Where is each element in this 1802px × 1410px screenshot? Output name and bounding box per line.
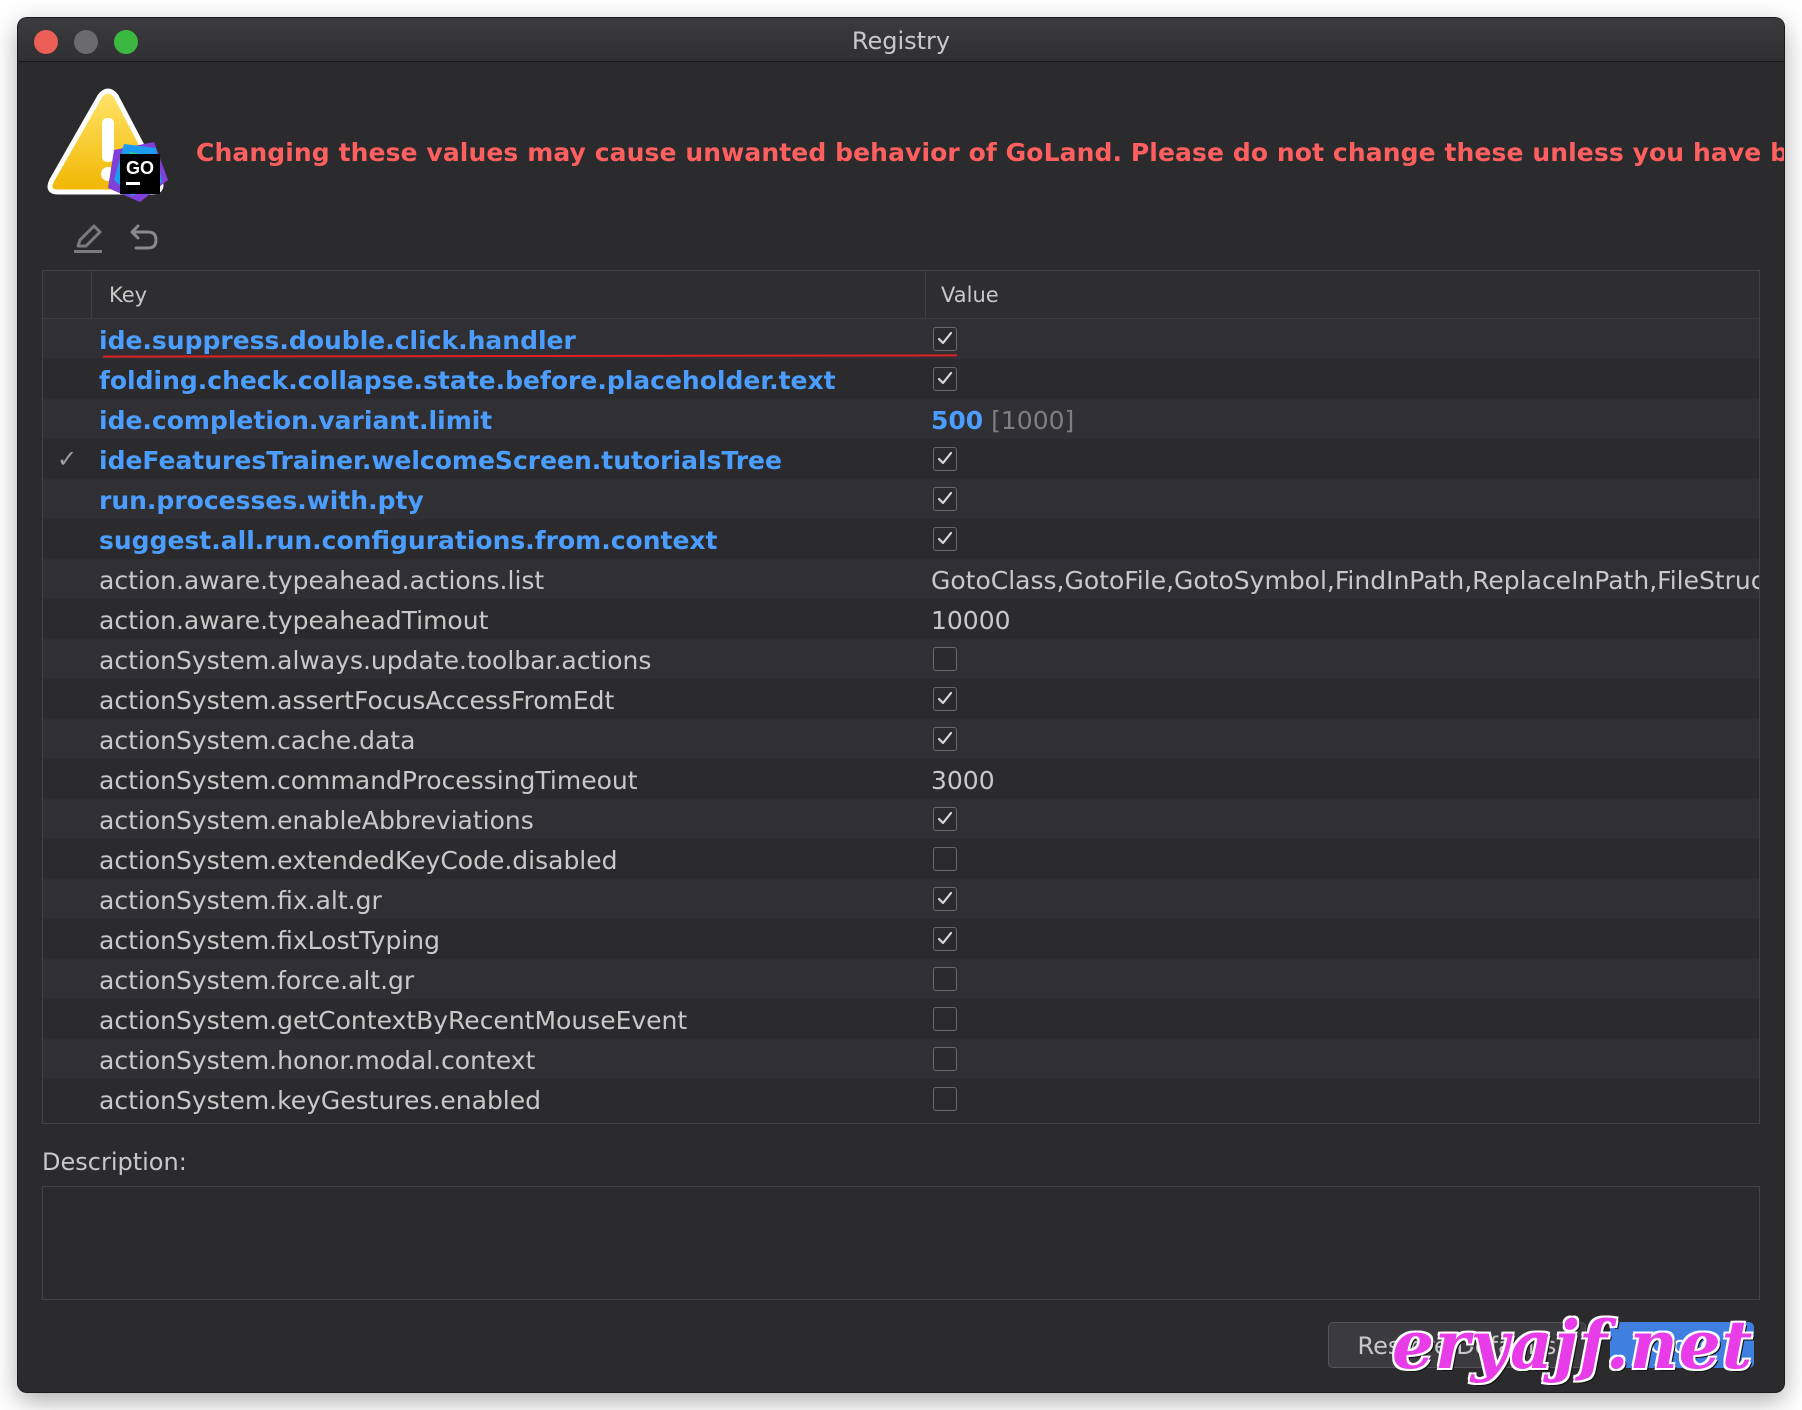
value-checkbox-checked[interactable]: [933, 327, 957, 351]
value-checkbox-unchecked[interactable]: [933, 647, 957, 671]
value-checkbox-checked[interactable]: [933, 927, 957, 951]
value-checkbox-unchecked[interactable]: [933, 1087, 957, 1111]
table-row[interactable]: actionSystem.getContextByRecentMouseEven…: [43, 999, 1759, 1039]
row-value[interactable]: 3000: [931, 766, 1759, 795]
table-row[interactable]: action.aware.typeahead.actions.list GotoC…: [43, 559, 1759, 599]
warning-triangle-icon: GO: [47, 88, 168, 202]
column-header-value[interactable]: Value: [941, 283, 999, 307]
row-value-current: 500: [931, 406, 984, 435]
table-row[interactable]: action.aware.typeaheadTimout 10000: [43, 599, 1759, 639]
registry-table[interactable]: Key Value ide.suppress.double.click.hand…: [42, 270, 1760, 1124]
table-row[interactable]: actionSystem.keyGestures.enabled: [43, 1079, 1759, 1119]
table-row[interactable]: ide.suppress.double.click.handler: [43, 319, 1759, 359]
row-value[interactable]: 10000: [931, 606, 1759, 635]
row-key: actionSystem.getContextByRecentMouseEven…: [99, 1006, 688, 1035]
table-row[interactable]: ✓ ideFeaturesTrainer.welcomeScreen.tutori…: [43, 439, 1759, 479]
value-checkbox-checked[interactable]: [933, 367, 957, 391]
value-checkbox-checked[interactable]: [933, 807, 957, 831]
column-header-key[interactable]: Key: [109, 283, 147, 307]
table-row[interactable]: actionSystem.always.update.toolbar.actio…: [43, 639, 1759, 679]
table-row[interactable]: actionSystem.cache.data: [43, 719, 1759, 759]
column-separator: [91, 271, 92, 318]
warning-banner: GO Changing these values may cause unwan…: [44, 88, 1784, 218]
value-checkbox-unchecked[interactable]: [933, 847, 957, 871]
row-key: action.aware.typeahead.actions.list: [99, 566, 545, 595]
table-row[interactable]: actionSystem.force.alt.gr: [43, 959, 1759, 999]
window-title: Registry: [851, 27, 951, 55]
row-key: actionSystem.honor.modal.context: [99, 1046, 536, 1075]
row-value[interactable]: GotoClass,GotoFile,GotoSymbol,FindInPath…: [931, 566, 1759, 595]
warning-message: Changing these values may cause unwanted…: [196, 138, 1784, 167]
watermark-text: eryajf.net: [1392, 1306, 1754, 1384]
description-label: Description:: [42, 1148, 187, 1176]
row-value-default: [1000]: [991, 406, 1075, 435]
row-key: actionSystem.commandProcessingTimeout: [99, 766, 638, 795]
value-checkbox-checked[interactable]: [933, 727, 957, 751]
table-row[interactable]: actionSystem.fixLostTyping: [43, 919, 1759, 959]
table-row[interactable]: actionSystem.assertFocusAccessFromEdt: [43, 679, 1759, 719]
description-box: [42, 1186, 1760, 1300]
row-key: action.aware.typeaheadTimout: [99, 606, 489, 635]
table-row[interactable]: actionSystem.extendedKeyCode.disabled: [43, 839, 1759, 879]
table-row[interactable]: suggest.all.run.configurations.from.cont…: [43, 519, 1759, 559]
column-separator[interactable]: [925, 271, 926, 318]
table-row[interactable]: actionSystem.enableAbbreviations: [43, 799, 1759, 839]
table-row[interactable]: folding.check.collapse.state.before.plac…: [43, 359, 1759, 399]
table-row[interactable]: ide.completion.variant.limit 500 [1000]: [43, 399, 1759, 439]
title-bar[interactable]: Registry: [18, 18, 1784, 62]
row-key: actionSystem.enableAbbreviations: [99, 806, 534, 835]
row-key: folding.check.collapse.state.before.plac…: [99, 366, 836, 395]
goland-badge-text: GO: [126, 158, 154, 178]
row-key: ideFeaturesTrainer.welcomeScreen.tutoria…: [99, 446, 782, 475]
value-checkbox-checked[interactable]: [933, 887, 957, 911]
table-row[interactable]: actionSystem.honor.modal.context: [43, 1039, 1759, 1079]
value-checkbox-checked[interactable]: [933, 527, 957, 551]
row-key: run.processes.with.pty: [99, 486, 424, 515]
annotation-underline: [102, 354, 958, 358]
row-key: actionSystem.keyGestures.enabled: [99, 1086, 542, 1115]
undo-icon[interactable]: [122, 218, 162, 258]
registry-dialog: Registry GO Changing these values may ca…: [18, 18, 1784, 1392]
table-row[interactable]: run.processes.with.pty: [43, 479, 1759, 519]
value-checkbox-unchecked[interactable]: [933, 1007, 957, 1031]
table-row[interactable]: actionSystem.commandProcessingTimeout 300…: [43, 759, 1759, 799]
row-key: ide.completion.variant.limit: [99, 406, 493, 435]
row-key: suggest.all.run.configurations.from.cont…: [99, 526, 718, 555]
pencil-icon[interactable]: [68, 218, 108, 258]
row-key: actionSystem.fixLostTyping: [99, 926, 440, 955]
table-header: Key Value: [43, 271, 1759, 319]
value-checkbox-checked[interactable]: [933, 487, 957, 511]
row-key: actionSystem.force.alt.gr: [99, 966, 415, 995]
row-key: actionSystem.fix.alt.gr: [99, 886, 382, 915]
value-checkbox-unchecked[interactable]: [933, 1047, 957, 1071]
row-key: actionSystem.cache.data: [99, 726, 416, 755]
row-value[interactable]: 500 [1000]: [931, 406, 1759, 435]
row-key: actionSystem.extendedKeyCode.disabled: [99, 846, 618, 875]
value-checkbox-checked[interactable]: [933, 687, 957, 711]
table-row[interactable]: actionSystem.fix.alt.gr: [43, 879, 1759, 919]
row-key: ide.suppress.double.click.handler: [99, 326, 576, 355]
row-key: actionSystem.assertFocusAccessFromEdt: [99, 686, 615, 715]
row-mark-check-icon: ✓: [57, 445, 78, 473]
row-key: actionSystem.always.update.toolbar.actio…: [99, 646, 652, 675]
value-checkbox-unchecked[interactable]: [933, 967, 957, 991]
table-body: ide.suppress.double.click.handler folding…: [43, 319, 1759, 1119]
value-checkbox-checked[interactable]: [933, 447, 957, 471]
